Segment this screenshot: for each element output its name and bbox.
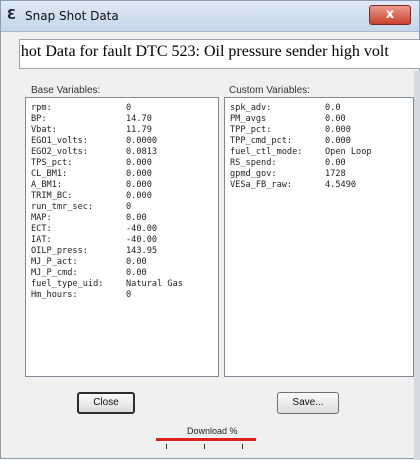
variable-name: MJ_P_act:: [31, 257, 78, 267]
variable-value: 0.000: [126, 158, 152, 168]
variable-value: 0.000: [126, 180, 152, 190]
variable-row: BP: 14.70: [31, 114, 216, 125]
window-title: Snap Shot Data: [25, 9, 119, 23]
custom-variables-label: Custom Variables:: [229, 85, 310, 96]
variable-name: rpm:: [31, 103, 52, 113]
variable-row: TPP_cmd_pct: 0.000: [230, 136, 411, 147]
variable-row: TPP_pct: 0.000: [230, 125, 411, 136]
variable-value: 11.79: [126, 125, 152, 135]
variable-value: 0.0813: [126, 147, 158, 157]
variable-value: -40.00: [126, 235, 158, 245]
custom-variables-list[interactable]: spk_adv: 0.0 PM_avgs 0.00 TPP_pct: 0.000 TPP_c…: [224, 97, 414, 377]
variable-name: EGO2_volts:: [31, 147, 88, 157]
variable-value: 1728: [325, 169, 346, 179]
variable-name: MAP:: [31, 213, 52, 223]
variable-name: OILP_press:: [31, 246, 88, 256]
variable-name: RS_spend:: [230, 158, 277, 168]
variable-name: EGO1_volts:: [31, 136, 88, 146]
base-variables-list[interactable]: rpm: 0 BP: 14.70 Vbat: 11.79 EGO1_volts: 0.0000…: [25, 97, 219, 377]
close-button[interactable]: Close: [77, 392, 135, 414]
variable-name: A_BM1:: [31, 180, 63, 190]
variable-value: 14.70: [126, 114, 152, 124]
snapshot-heading: p Shot Data for fault DTC 523: Oil press…: [19, 43, 389, 60]
variable-row: IAT: -40.00: [31, 235, 216, 246]
variable-name: CL_BM1:: [31, 169, 68, 179]
variable-value: 0.000: [325, 136, 351, 146]
variable-name: MJ_P_cmd:: [31, 268, 78, 278]
variable-row: gpmd_gov: 1728: [230, 169, 411, 180]
variable-value: 0.00: [126, 213, 147, 223]
variable-value: 0: [126, 202, 132, 212]
variable-row: TRIM_BC: 0.000: [31, 191, 216, 202]
variable-value: 0: [126, 290, 132, 300]
variable-name: fuel_ctl_mode:: [230, 147, 303, 157]
progress-tick: [242, 444, 243, 449]
variable-value: 0.000: [126, 169, 152, 179]
variable-value: 143.95: [126, 246, 158, 256]
variable-name: IAT:: [31, 235, 52, 245]
variable-name: BP:: [31, 114, 47, 124]
variable-row: PM_avgs 0.00: [230, 114, 411, 125]
variable-value: 0: [126, 103, 132, 113]
variable-name: PM_avgs: [230, 114, 267, 124]
variable-row: EGO1_volts: 0.0000: [31, 136, 216, 147]
variable-name: Vbat:: [31, 125, 57, 135]
variable-row: MJ_P_act: 0.00: [31, 257, 216, 268]
variable-name: spk_adv:: [230, 103, 272, 113]
progress-tick: [166, 444, 167, 449]
window-close-button[interactable]: x: [369, 5, 411, 25]
app-e-icon: Ɛ: [7, 8, 17, 23]
variable-row: A_BM1: 0.000: [31, 180, 216, 191]
variable-row: fuel_type_uid: Natural Gas: [31, 279, 216, 290]
variable-value: 0.000: [325, 125, 351, 135]
variable-name: TPS_pct:: [31, 158, 73, 168]
variable-row: spk_adv: 0.0: [230, 103, 411, 114]
snapshot-window: Ɛ Snap Shot Data x p Shot Data for fault…: [0, 0, 420, 460]
variable-row: fuel_ctl_mode: Open Loop: [230, 147, 411, 158]
title-bar[interactable]: Ɛ Snap Shot Data x: [1, 1, 419, 32]
variable-value: 0.000: [126, 191, 152, 201]
variable-name: TPP_cmd_pct:: [230, 136, 293, 146]
variable-value: 0.00: [325, 158, 346, 168]
variable-value: 0.0: [325, 103, 341, 113]
variable-value: Open Loop: [325, 147, 372, 157]
variable-row: EGO2_volts: 0.0813: [31, 147, 216, 158]
download-progress: [156, 438, 256, 452]
variable-value: Natural Gas: [126, 279, 183, 289]
snapshot-heading-box: p Shot Data for fault DTC 523: Oil press…: [19, 39, 420, 69]
variable-value: -40.00: [126, 224, 158, 234]
variable-row: CL_BM1: 0.000: [31, 169, 216, 180]
variable-value: 0.0000: [126, 136, 158, 146]
variable-row: run_tmr_sec: 0: [31, 202, 216, 213]
variable-value: 0.00: [325, 114, 346, 124]
base-variables-label: Base Variables:: [31, 85, 101, 96]
variable-name: fuel_type_uid:: [31, 279, 104, 289]
download-progress-fill: [156, 438, 256, 441]
variable-row: TPS_pct: 0.000: [31, 158, 216, 169]
variable-value: 4.5490: [325, 180, 357, 190]
variable-value: 0.00: [126, 268, 147, 278]
variable-value: 0.00: [126, 257, 147, 267]
download-label: Download %: [187, 426, 238, 436]
progress-tick: [204, 444, 205, 449]
variable-name: TRIM_BC:: [31, 191, 73, 201]
variable-row: RS_spend: 0.00: [230, 158, 411, 169]
variable-name: TPP_pct:: [230, 125, 272, 135]
variable-row: Hm_hours: 0: [31, 290, 216, 301]
variable-name: VESa_FB_raw:: [230, 180, 293, 190]
variable-name: Hm_hours:: [31, 290, 78, 300]
variable-name: gpmd_gov:: [230, 169, 277, 179]
variable-name: ECT:: [31, 224, 52, 234]
variable-row: MAP: 0.00: [31, 213, 216, 224]
variable-row: VESa_FB_raw: 4.5490: [230, 180, 411, 191]
save-button[interactable]: Save...: [277, 392, 339, 414]
variable-row: MJ_P_cmd: 0.00: [31, 268, 216, 279]
variable-row: rpm: 0: [31, 103, 216, 114]
variable-row: OILP_press: 143.95: [31, 246, 216, 257]
variable-row: ECT: -40.00: [31, 224, 216, 235]
variable-row: Vbat: 11.79: [31, 125, 216, 136]
variable-name: run_tmr_sec:: [31, 202, 94, 212]
window-edge: [414, 71, 420, 460]
